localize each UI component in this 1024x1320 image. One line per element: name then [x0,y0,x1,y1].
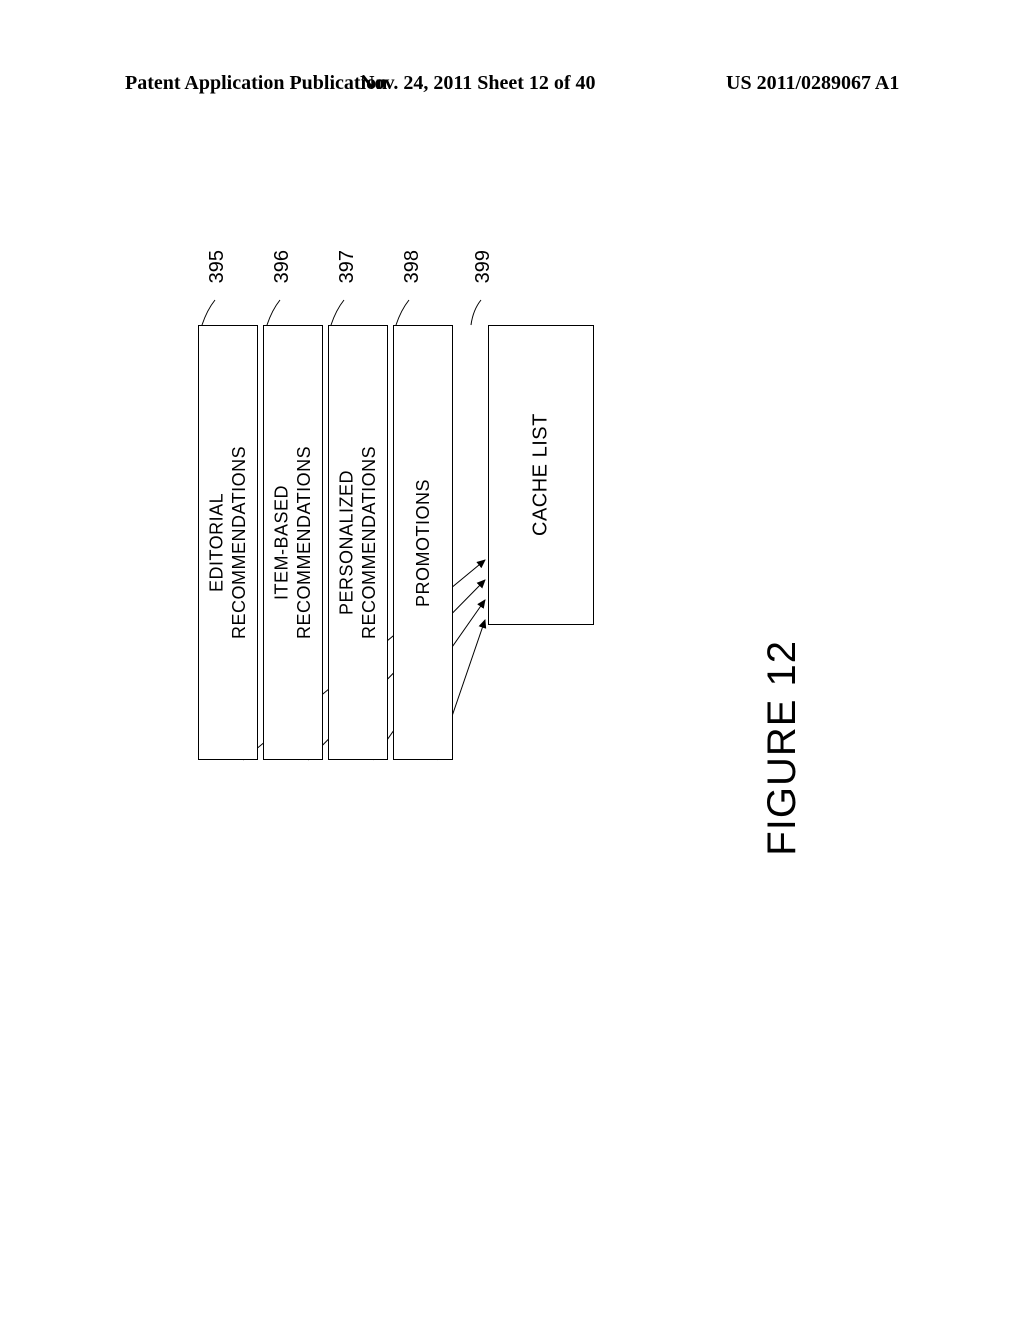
box-cache-label: CACHE LIST [530,414,553,537]
ref-397: 397 [336,250,359,283]
ref-398: 398 [401,250,424,283]
box-cache-list: CACHE LIST [488,325,594,625]
box-personalized-label: PERSONALIZED RECOMMENDATIONS [336,446,381,639]
ref-395: 395 [206,250,229,283]
box-promotions-label: PROMOTIONS [412,479,435,607]
box-item-based-label: ITEM-BASED RECOMMENDATIONS [271,446,316,639]
header-center: Nov. 24, 2011 Sheet 12 of 40 [360,72,596,95]
figure-title: FIGURE 12 [760,640,805,856]
box-editorial-label: EDITORIAL RECOMMENDATIONS [206,446,251,639]
figure-area: EDITORIAL RECOMMENDATIONS 395 ITEM-BASED… [0,150,1024,1150]
header-right: US 2011/0289067 A1 [726,72,899,95]
box-promotions: PROMOTIONS [393,325,453,760]
ref-399: 399 [472,250,495,283]
box-item-based-recommendations: ITEM-BASED RECOMMENDATIONS [263,325,323,760]
box-personalized-recommendations: PERSONALIZED RECOMMENDATIONS [328,325,388,760]
diagram-svg [0,150,1024,1150]
page: Patent Application Publication Nov. 24, … [0,0,1024,1320]
ref-396: 396 [271,250,294,283]
header-left: Patent Application Publication [125,72,387,95]
box-editorial-recommendations: EDITORIAL RECOMMENDATIONS [198,325,258,760]
